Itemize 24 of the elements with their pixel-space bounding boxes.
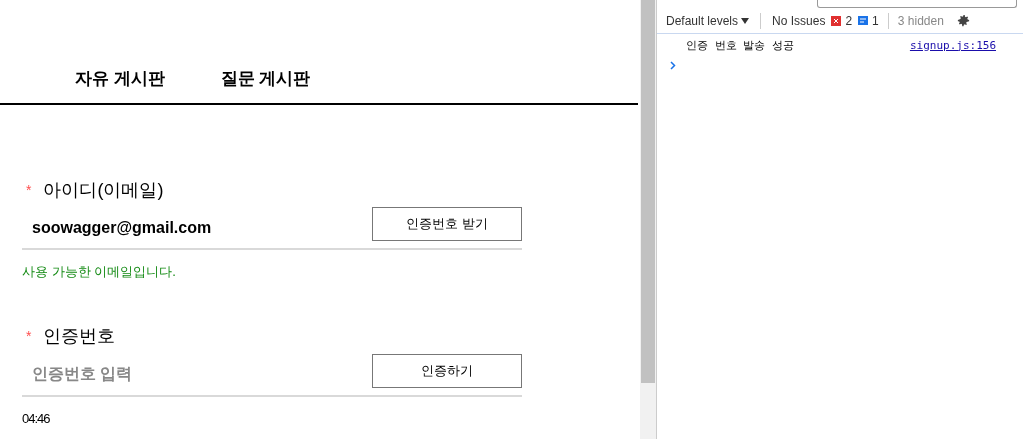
hidden-count: 3 hidden bbox=[897, 12, 944, 30]
console-message: 인증 번호 발송 성공 bbox=[686, 37, 795, 54]
prompt-icon[interactable] bbox=[670, 61, 676, 70]
countdown-timer: 04:46 bbox=[22, 409, 51, 428]
verify-button[interactable]: 인증번호 받기 bbox=[372, 207, 522, 241]
field-label: 인증번호 bbox=[43, 325, 116, 348]
source-link[interactable]: signup.js:156 bbox=[909, 37, 996, 55]
nav-link[interactable]: 자유 게시판 bbox=[75, 65, 165, 91]
status-message: 사용 가능한 이메일입니다. bbox=[22, 263, 177, 281]
required-mark: * bbox=[26, 180, 32, 200]
settings-icon[interactable] bbox=[955, 13, 971, 28]
levels-dropdown[interactable]: Default levels bbox=[666, 11, 750, 30]
message-icon bbox=[858, 15, 869, 26]
filter-field[interactable] bbox=[817, 0, 1017, 8]
error-count: 2 bbox=[845, 12, 853, 30]
verify-button[interactable]: 인증하기 bbox=[372, 353, 522, 388]
scrollbar-thumb[interactable] bbox=[641, 0, 655, 383]
issues-label[interactable]: No Issues bbox=[772, 11, 826, 30]
error-icon bbox=[831, 15, 842, 26]
nav-link[interactable]: 질문 게시판 bbox=[220, 65, 311, 91]
required-mark: * bbox=[26, 327, 32, 346]
field-label: 아이디(이메일) bbox=[43, 178, 164, 202]
caret-icon bbox=[741, 17, 750, 24]
info-count: 1 bbox=[872, 12, 879, 30]
